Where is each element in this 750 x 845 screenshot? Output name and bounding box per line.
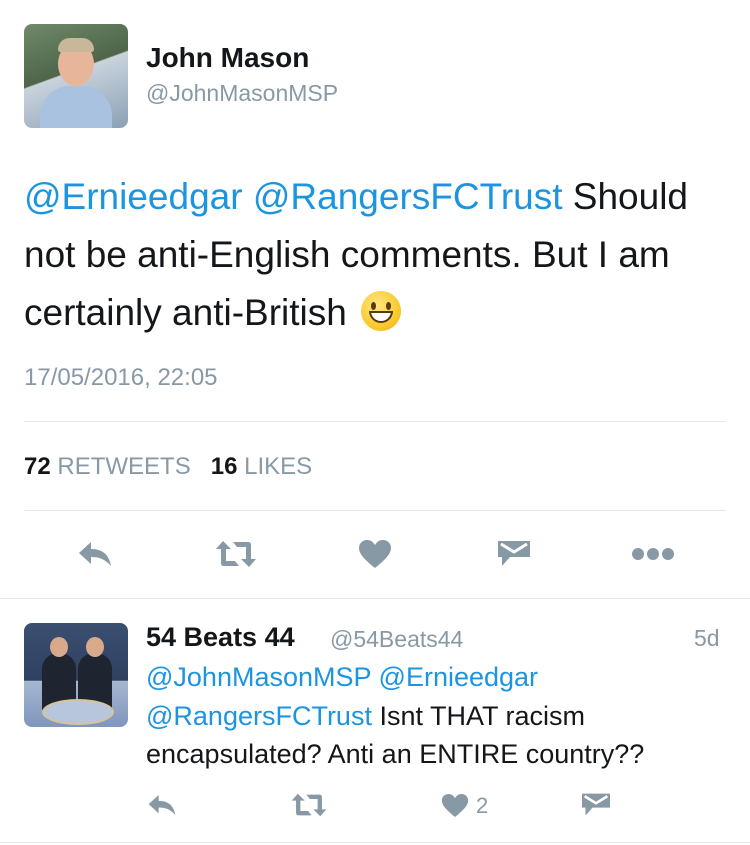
reply-retweet-button[interactable] (288, 785, 330, 825)
retweet-label: RETWEETS (57, 453, 191, 480)
section-divider (0, 842, 750, 843)
tweet-text: @Ernieedgar @RangersFCTrust Should not b… (24, 168, 724, 342)
tweet-timestamp: 17/05/2016, 22:05 (24, 364, 218, 391)
reply-text: @JohnMasonMSP @Ernieedgar @RangersFCTrus… (146, 658, 736, 774)
direct-message-button[interactable] (494, 534, 534, 574)
author-avatar[interactable] (24, 24, 128, 128)
reply-like-count: 2 (476, 793, 489, 818)
reply-like-button[interactable] (438, 785, 472, 825)
reply-direct-message-button[interactable] (578, 785, 614, 825)
like-button[interactable] (355, 534, 395, 574)
mention-link[interactable]: @Ernieedgar (24, 176, 243, 217)
mention-link[interactable]: @RangersFCTrust (253, 176, 563, 217)
direct-message-icon (582, 793, 610, 816)
like-count: 16 (210, 453, 238, 480)
like-icon (359, 540, 391, 568)
reply-button[interactable] (74, 534, 116, 574)
mention-link[interactable]: @RangersFCTrust (146, 701, 372, 731)
direct-message-icon (498, 541, 530, 566)
reply-reply-button[interactable] (144, 785, 180, 825)
reply-author-avatar[interactable] (24, 623, 128, 727)
retweet-icon (216, 541, 256, 567)
retweet-count: 72 (24, 453, 51, 480)
divider (24, 510, 726, 511)
more-button[interactable] (630, 534, 676, 574)
retweet-button[interactable] (212, 534, 260, 574)
reply-time: 5d (694, 625, 720, 651)
mention-link[interactable]: @Ernieedgar (379, 662, 539, 692)
retweet-icon (291, 793, 327, 817)
like-icon (441, 793, 469, 817)
tweet-stats: 72 RETWEETS 16 LIKES (24, 453, 312, 481)
like-label: LIKES (244, 453, 313, 480)
author-handle[interactable]: @JohnMasonMSP (146, 80, 338, 107)
likes-stat[interactable]: 16 LIKES (211, 453, 312, 480)
reply-author-handle[interactable]: @54Beats44 (330, 626, 463, 653)
mention-link[interactable]: @JohnMasonMSP (146, 662, 371, 692)
reply-icon (148, 795, 176, 815)
reply-icon (79, 542, 111, 566)
retweets-stat[interactable]: 72 RETWEETS (24, 453, 191, 480)
author-name[interactable]: John Mason (146, 42, 309, 74)
reply-author-name[interactable]: 54 Beats 44 (146, 622, 295, 653)
section-divider (0, 598, 750, 599)
more-icon (632, 548, 674, 560)
divider (24, 421, 726, 422)
grinning-face-emoji-icon (361, 291, 402, 331)
